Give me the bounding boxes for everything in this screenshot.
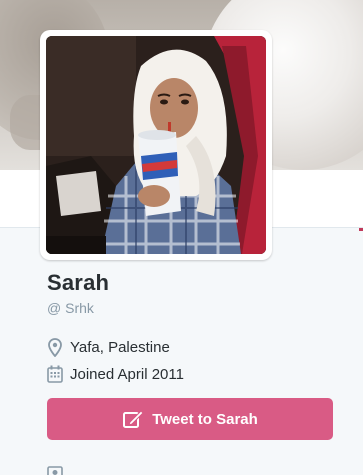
nav-accent-mark	[359, 228, 363, 231]
compose-icon	[122, 408, 144, 430]
avatar-photo	[46, 36, 266, 254]
tweet-to-label: Tweet to Sarah	[152, 410, 258, 428]
avatar-frame[interactable]	[40, 30, 272, 260]
profile-page: Sarah @ Srhk Yafa, Palestine Joined Apri…	[0, 0, 363, 475]
calendar-icon	[47, 364, 63, 384]
profile-joined: Joined April 2011	[47, 364, 184, 384]
profile-joined-text: Joined April 2011	[70, 365, 184, 383]
profile-handle[interactable]: @ Srhk	[47, 300, 94, 316]
map-pin-icon	[47, 337, 63, 357]
tweet-to-button[interactable]: Tweet to Sarah	[47, 398, 333, 440]
profile-location: Yafa, Palestine	[47, 337, 170, 357]
avatar[interactable]	[46, 36, 266, 254]
photo-icon	[47, 465, 63, 475]
profile-location-text: Yafa, Palestine	[70, 338, 170, 356]
profile-name[interactable]: Sarah	[47, 270, 109, 296]
photos-videos-row[interactable]	[47, 465, 70, 475]
